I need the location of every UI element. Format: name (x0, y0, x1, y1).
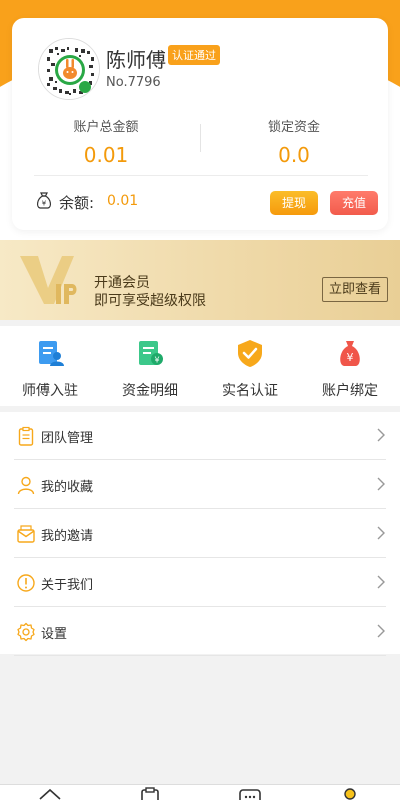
user-icon (17, 476, 35, 495)
grid-item-worker-register[interactable]: 师傅入驻 (0, 338, 100, 400)
qr-code-icon (39, 39, 99, 99)
vip-title: 开通会员 (94, 275, 150, 291)
fund-detail-icon: ¥ (139, 341, 163, 365)
quick-actions: 师傅入驻 ¥ 资金明细 实名认证 ¥ 账户绑定 (0, 326, 400, 406)
chevron-right-icon (377, 477, 385, 491)
menu-label: 我的邀请 (41, 529, 94, 544)
grid-label: 账户绑定 (322, 383, 378, 399)
vip-view-button[interactable]: 立即查看 (322, 277, 388, 302)
stats-row: 账户总金额 0.01 锁定资金 0.0 (12, 116, 388, 176)
svg-text:¥: ¥ (154, 356, 159, 365)
locked-funds-label: 锁定资金 (267, 120, 320, 135)
profile-icon[interactable] (338, 787, 362, 800)
menu-label: 关于我们 (41, 578, 94, 593)
menu-label: 我的收藏 (41, 480, 94, 495)
vip-subtitle: 即可享受超级权限 (94, 293, 206, 309)
menu-item-invitations[interactable]: 我的邀请 (14, 510, 386, 558)
grid-item-verify[interactable]: 实名认证 (200, 338, 300, 400)
avatar-qr-code[interactable] (38, 38, 100, 100)
total-amount-stat: 账户总金额 0.01 (12, 116, 200, 167)
locked-funds-value: 0.0 (278, 143, 310, 167)
grid-label: 资金明细 (122, 383, 178, 399)
grid-label: 师傅入驻 (22, 383, 78, 399)
verify-shield-icon (238, 340, 262, 367)
menu-item-favorites[interactable]: 我的收藏 (14, 461, 386, 509)
worker-register-icon (39, 341, 64, 366)
menu-label: 团队管理 (41, 431, 94, 446)
home-icon[interactable] (38, 787, 62, 800)
info-icon (17, 574, 35, 592)
settings-menu: 团队管理 我的收藏 我的邀请 关于我们 设置 (0, 412, 400, 656)
grid-item-account-bind[interactable]: ¥ 账户绑定 (300, 338, 400, 400)
bottom-tab-bar (0, 784, 400, 800)
balance-value: 0.01 (107, 193, 139, 209)
chevron-right-icon (377, 575, 385, 589)
user-number: No.7796 (106, 75, 161, 90)
grid-label: 实名认证 (222, 383, 278, 399)
mail-icon (17, 525, 35, 543)
vip-logo-icon (20, 256, 77, 304)
chevron-right-icon (377, 624, 385, 638)
menu-item-team[interactable]: 团队管理 (14, 412, 386, 460)
total-amount-label: 账户总金额 (73, 120, 139, 135)
money-bag-small-icon: ¥ (36, 192, 52, 209)
card-divider (34, 175, 368, 176)
orders-icon[interactable] (138, 787, 162, 800)
clipboard-icon (18, 426, 34, 446)
messages-icon[interactable] (238, 787, 262, 800)
chevron-right-icon (377, 428, 385, 442)
menu-label: 设置 (41, 627, 68, 642)
recharge-button[interactable]: 充值 (330, 191, 378, 215)
balance-label: 余额: (59, 194, 95, 212)
total-amount-value: 0.01 (83, 143, 129, 167)
svg-text:¥: ¥ (347, 351, 354, 364)
grid-item-fund-detail[interactable]: ¥ 资金明细 (100, 338, 200, 400)
menu-item-about[interactable]: 关于我们 (14, 559, 386, 607)
account-card: 陈师傅 认证通过 No.7796 账户总金额 0.01 锁定资金 0.0 ¥ 余… (12, 18, 388, 230)
menu-item-settings[interactable]: 设置 (14, 608, 386, 656)
locked-funds-stat: 锁定资金 0.0 (200, 116, 388, 167)
withdraw-button[interactable]: 提现 (270, 191, 318, 215)
gear-icon (17, 622, 35, 642)
svg-text:¥: ¥ (42, 200, 47, 208)
money-bag-icon: ¥ (340, 341, 360, 366)
user-name: 陈师傅 (106, 48, 166, 72)
chevron-right-icon (377, 526, 385, 540)
verified-badge: 认证通过 (168, 45, 220, 65)
